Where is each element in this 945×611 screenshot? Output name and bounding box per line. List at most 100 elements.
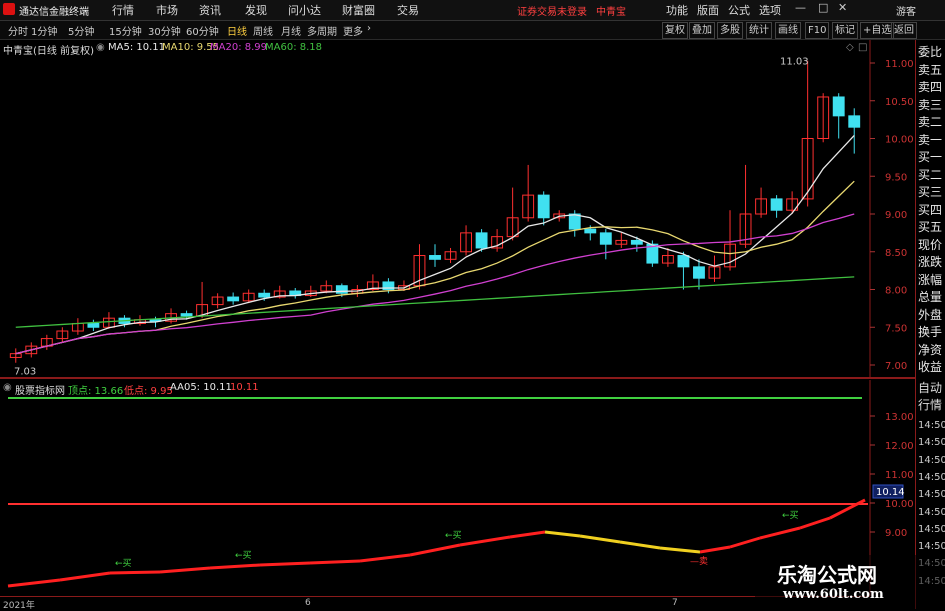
more-arrow-icon[interactable]: › xyxy=(367,23,371,34)
candle xyxy=(739,164,752,248)
menu-market[interactable]: 市场 xyxy=(156,2,178,18)
candle xyxy=(724,210,736,271)
indicator-line-segment xyxy=(259,561,311,567)
menu-layout[interactable]: 版面 xyxy=(697,2,719,18)
menu-quotes[interactable]: 行情 xyxy=(112,2,134,18)
side-panel-item[interactable]: 委比 xyxy=(918,43,942,60)
candle xyxy=(522,164,535,222)
side-panel-item[interactable]: 卖三 xyxy=(918,96,942,113)
side-panel-item[interactable]: 涨跌 xyxy=(918,253,942,270)
period-15min[interactable]: 15分钟 xyxy=(109,23,142,38)
candle xyxy=(630,236,643,252)
side-panel-item[interactable]: 行情 xyxy=(918,396,942,413)
login-alert[interactable]: 证券交易未登录 xyxy=(517,3,587,18)
indicator-tick-label: 13.00 xyxy=(885,412,914,423)
stats-button[interactable]: 统计 xyxy=(746,22,772,39)
price-tick-label: 8.00 xyxy=(885,286,907,297)
period-1min[interactable]: 1分钟 xyxy=(31,23,57,38)
indicator-line-segment xyxy=(619,540,661,550)
side-panel-item[interactable]: 收益 xyxy=(918,358,942,375)
side-panel-item[interactable]: 卖四 xyxy=(918,78,942,95)
side-panel-item[interactable]: 涨幅 xyxy=(918,271,942,288)
menu-discover[interactable]: 发现 xyxy=(245,2,267,18)
indicator-tick-label: 12.00 xyxy=(885,441,914,452)
menu-options[interactable]: 选项 xyxy=(759,2,781,18)
period-more[interactable]: 更多 xyxy=(343,23,363,38)
candlestick-chart[interactable]: 11.0010.5010.009.509.008.508.007.507.00 … xyxy=(0,40,915,378)
period-timeshare[interactable]: 分时 xyxy=(8,23,28,38)
period-5min[interactable]: 5分钟 xyxy=(68,23,94,38)
menu-ask[interactable]: 问小达 xyxy=(288,2,321,18)
period-toolbar: 分时 1分钟 5分钟 15分钟 30分钟 60分钟 日线 周线 月线 多周期 更… xyxy=(0,21,945,40)
buy-signal: ←买 xyxy=(445,530,462,541)
side-panel-item[interactable]: 14:50 xyxy=(918,420,945,431)
side-panel-item[interactable]: 14:50 xyxy=(918,524,945,535)
period-monthly[interactable]: 月线 xyxy=(281,23,301,38)
panel-divider xyxy=(0,377,915,379)
period-60min[interactable]: 60分钟 xyxy=(186,23,219,38)
side-panel-item[interactable]: 14:50 xyxy=(918,489,945,500)
indicator-line-segment xyxy=(544,530,581,538)
draw-button[interactable]: 画线 xyxy=(775,22,801,39)
menu-trade[interactable]: 交易 xyxy=(397,2,419,18)
side-panel-item[interactable]: 买一 xyxy=(918,148,942,165)
buy-signal: ←买 xyxy=(115,558,132,569)
side-panel-item[interactable]: 14:50 xyxy=(918,437,945,448)
f10-button[interactable]: F10 xyxy=(805,22,830,39)
back-button[interactable]: 返回 xyxy=(891,22,917,39)
minimize-icon[interactable]: — xyxy=(795,1,806,14)
add-watchlist-button[interactable]: +自选 xyxy=(860,22,895,39)
candle xyxy=(537,191,550,226)
maximize-icon[interactable]: □ xyxy=(818,1,828,14)
side-panel-item[interactable]: 买五 xyxy=(918,218,942,235)
side-panel-item[interactable]: 净资 xyxy=(918,341,942,358)
sell-signal: —卖 xyxy=(690,556,708,567)
candle xyxy=(227,292,240,305)
adjust-button[interactable]: 复权 xyxy=(662,22,688,39)
app-logo-icon xyxy=(3,3,15,15)
side-panel-item[interactable]: 换手 xyxy=(918,323,942,340)
period-weekly[interactable]: 周线 xyxy=(253,23,273,38)
side-panel-item[interactable]: 14:50 xyxy=(918,455,945,466)
side-panel-item[interactable]: 14:50 xyxy=(918,541,945,552)
candle xyxy=(289,287,302,299)
side-panel-item[interactable]: 卖二 xyxy=(918,113,942,130)
indicator-line-segment xyxy=(209,563,261,570)
menu-news[interactable]: 资讯 xyxy=(199,2,221,18)
guest-label[interactable]: 游客 xyxy=(896,3,916,18)
side-panel-item[interactable]: 自动 xyxy=(918,379,942,396)
side-panel-item[interactable]: 14:50 xyxy=(918,507,945,518)
candle xyxy=(708,255,721,282)
mark-button[interactable]: 标记 xyxy=(832,22,858,39)
overlay-button[interactable]: 叠加 xyxy=(689,22,715,39)
menu-formula[interactable]: 公式 xyxy=(728,2,750,18)
multi-stock-button[interactable]: 多股 xyxy=(717,22,743,39)
side-panel-item[interactable]: 卖一 xyxy=(918,131,942,148)
side-panel-item[interactable]: 买四 xyxy=(918,201,942,218)
side-panel-item[interactable]: 买三 xyxy=(918,183,942,200)
close-icon[interactable]: ✕ xyxy=(838,1,847,14)
side-panel-item[interactable]: 买二 xyxy=(918,166,942,183)
side-panel-item[interactable]: 现价 xyxy=(918,236,942,253)
candle xyxy=(196,281,209,319)
candle xyxy=(56,327,69,343)
period-multi[interactable]: 多周期 xyxy=(307,23,337,38)
side-panel-item[interactable]: 总量 xyxy=(918,288,942,305)
indicator-line-segment xyxy=(309,559,361,565)
side-panel-item[interactable]: 卖五 xyxy=(918,61,942,78)
menu-functions[interactable]: 功能 xyxy=(666,2,688,18)
indicator-line-segment xyxy=(579,534,621,544)
candle xyxy=(304,285,317,298)
period-30min[interactable]: 30分钟 xyxy=(148,23,181,38)
price-tick-label: 9.00 xyxy=(885,210,907,221)
candle xyxy=(832,93,845,139)
current-value: 10.14 xyxy=(876,487,905,498)
price-tick-label: 7.00 xyxy=(885,361,907,372)
candle xyxy=(599,229,612,260)
period-daily[interactable]: 日线 xyxy=(227,23,247,38)
ma60-line xyxy=(15,276,855,328)
menu-wealth[interactable]: 财富圈 xyxy=(342,2,375,18)
side-panel-item[interactable]: 外盘 xyxy=(918,306,942,323)
side-panel-item[interactable]: 14:50 xyxy=(918,472,945,483)
price-tick-label: 10.50 xyxy=(885,97,914,108)
